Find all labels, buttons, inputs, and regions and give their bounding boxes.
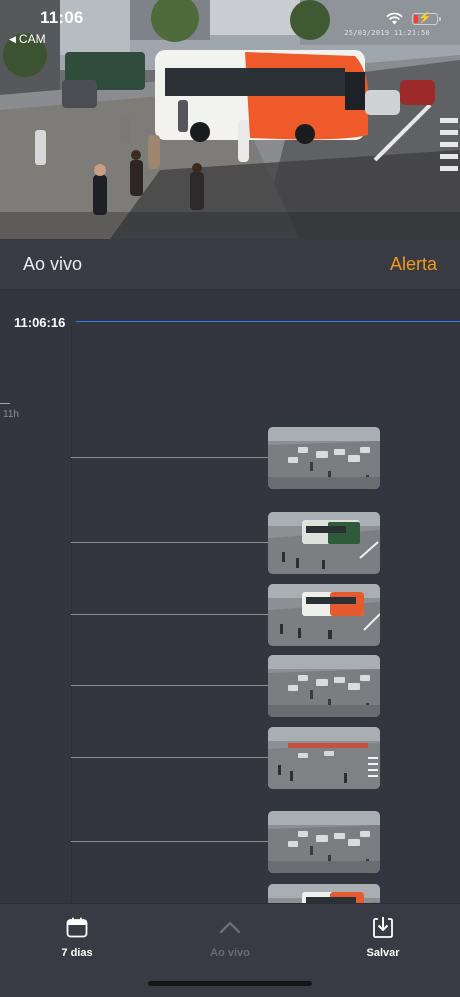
timeline-event[interactable] — [71, 655, 381, 717]
back-to-app-link[interactable]: ◀ CAM — [9, 32, 46, 46]
status-bar: 11:06 ◀ CAM ⚡ — [0, 0, 460, 50]
back-triangle-icon: ◀ — [9, 33, 16, 44]
chevron-up-icon — [180, 915, 280, 939]
current-time-label: 11:06:16 — [14, 315, 66, 330]
event-thumbnail[interactable] — [268, 655, 380, 717]
timeline-event[interactable] — [71, 584, 381, 646]
event-thumbnail[interactable] — [268, 884, 380, 903]
download-icon — [333, 915, 433, 939]
event-connector-line — [71, 542, 268, 543]
seven-days-label: 7 dias — [61, 947, 93, 959]
battery-charging-icon: ⚡ — [412, 12, 441, 25]
hour-label: 11h — [3, 409, 19, 420]
go-live-label: Ao vivo — [210, 947, 250, 959]
save-label: Salvar — [366, 947, 400, 959]
timeline-event[interactable] — [71, 427, 381, 489]
hour-tick — [0, 403, 10, 404]
event-thumbnail[interactable] — [268, 811, 380, 873]
calendar-icon — [27, 915, 127, 939]
bottom-toolbar: 7 dias Ao vivo Salvar — [0, 903, 460, 997]
event-thumbnail[interactable] — [268, 512, 380, 574]
event-connector-line — [71, 457, 268, 458]
alert-button[interactable]: Alerta — [390, 254, 437, 275]
home-indicator[interactable] — [148, 981, 312, 986]
current-time-marker — [76, 321, 460, 322]
timeline-event[interactable] — [71, 512, 381, 574]
event-connector-line — [71, 685, 268, 686]
event-connector-line — [71, 841, 268, 842]
event-connector-line — [71, 614, 268, 615]
status-time: 11:06 — [40, 8, 84, 27]
wifi-icon — [386, 12, 403, 25]
timeline-event[interactable] — [71, 727, 381, 789]
event-timeline[interactable]: 11:06:16 11h — [0, 290, 460, 903]
view-header: Ao vivo Alerta — [0, 239, 460, 290]
timeline-event[interactable] — [71, 884, 381, 903]
event-thumbnail[interactable] — [268, 727, 380, 789]
event-thumbnail[interactable] — [268, 427, 380, 489]
live-title: Ao vivo — [23, 254, 83, 274]
back-app-label: CAM — [18, 32, 46, 46]
camera-live-feed[interactable]: 25/03/2019 11:21:50 11:06 ◀ CAM ⚡ — [0, 0, 460, 239]
go-live-button[interactable]: Ao vivo — [180, 915, 280, 959]
event-thumbnail[interactable] — [268, 584, 380, 646]
event-connector-line — [71, 757, 268, 758]
save-button[interactable]: Salvar — [333, 915, 433, 959]
seven-days-button[interactable]: 7 dias — [27, 915, 127, 959]
timeline-event[interactable] — [71, 811, 381, 873]
